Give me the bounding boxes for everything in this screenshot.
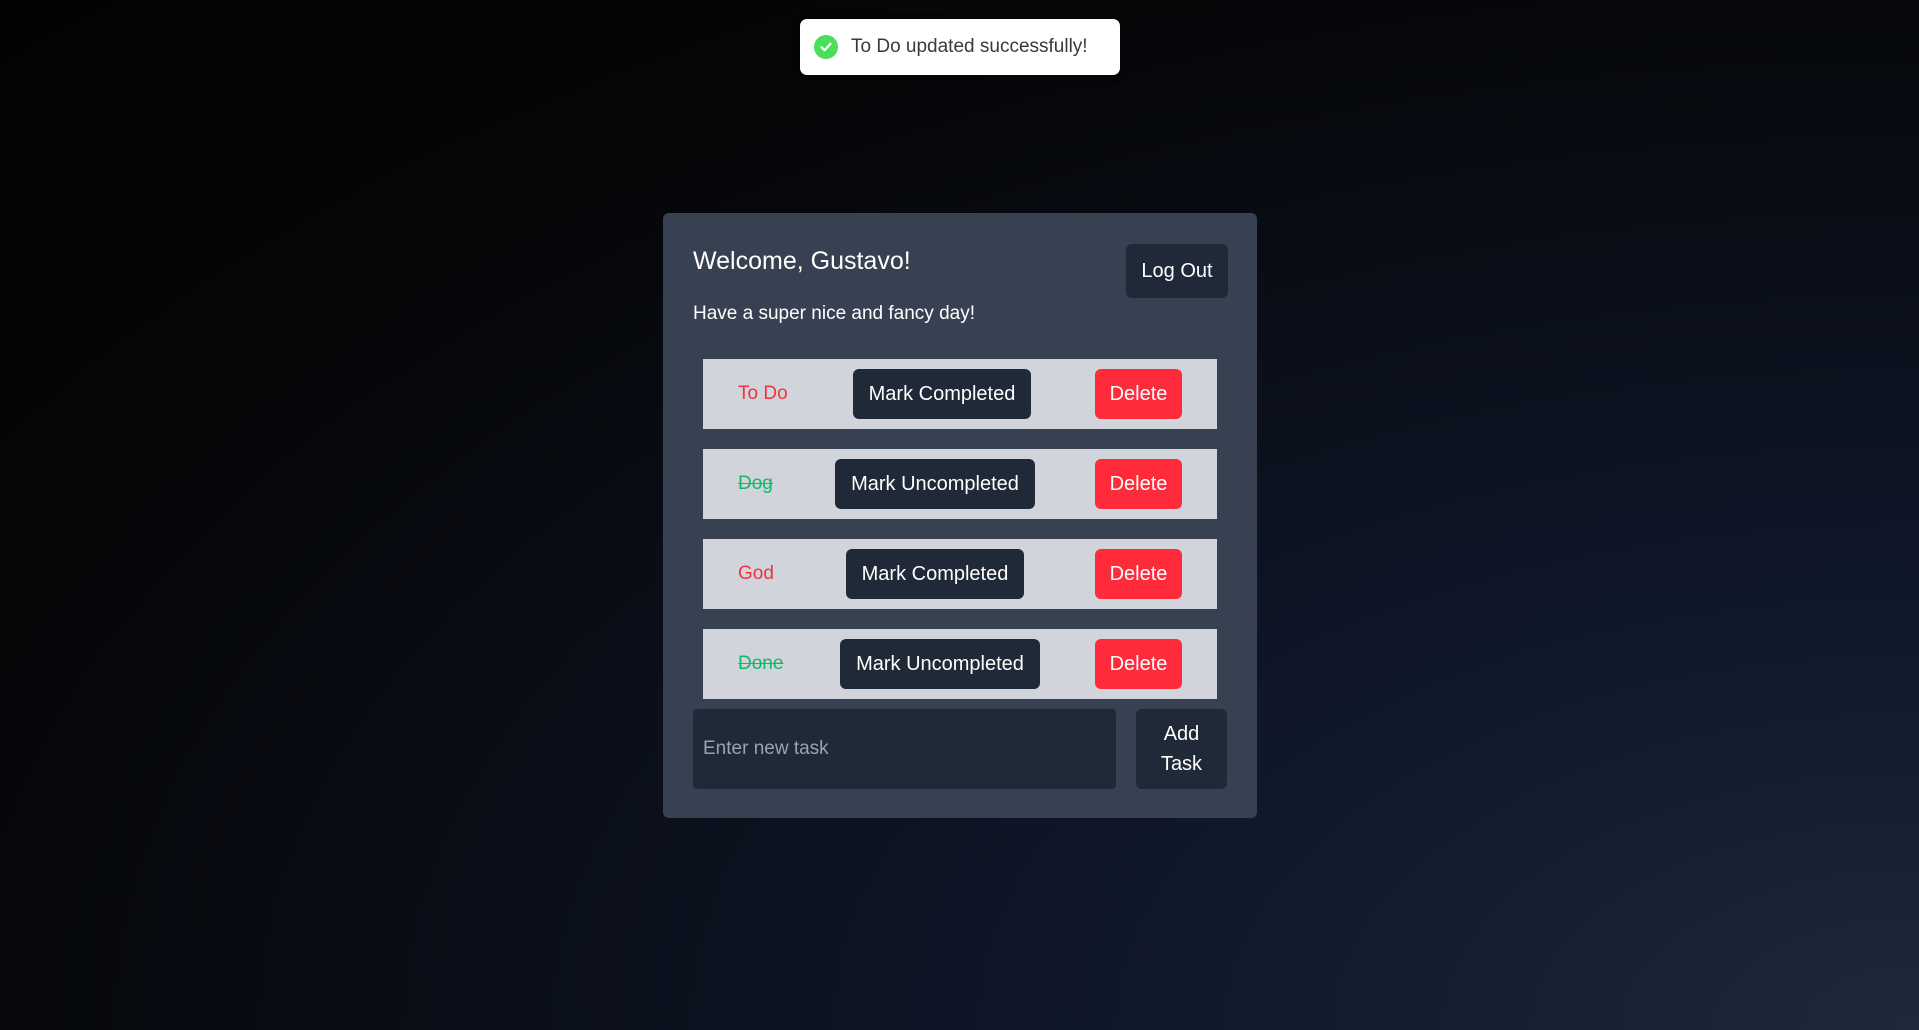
- new-task-input[interactable]: [693, 709, 1116, 789]
- welcome-heading: Welcome, Gustavo!: [693, 247, 911, 275]
- delete-task-button[interactable]: Delete: [1095, 639, 1182, 689]
- mark-completed-button[interactable]: Mark Completed: [846, 549, 1024, 599]
- toast-notification: To Do updated successfully!: [800, 19, 1120, 75]
- toast-message: To Do updated successfully!: [851, 36, 1088, 57]
- add-task-button[interactable]: Add Task: [1136, 709, 1227, 789]
- mark-uncompleted-button[interactable]: Mark Uncompleted: [840, 639, 1040, 689]
- task-row: To Do Mark Completed Delete: [703, 359, 1217, 429]
- task-row: Done Mark Uncompleted Delete: [703, 629, 1217, 699]
- delete-task-button[interactable]: Delete: [1095, 369, 1182, 419]
- todo-card: Welcome, Gustavo! Have a super nice and …: [663, 213, 1257, 818]
- logout-button[interactable]: Log Out: [1126, 244, 1228, 298]
- welcome-subtitle: Have a super nice and fancy day!: [693, 303, 976, 324]
- delete-task-button[interactable]: Delete: [1095, 459, 1182, 509]
- task-title: God: [738, 563, 774, 584]
- mark-uncompleted-button[interactable]: Mark Uncompleted: [835, 459, 1035, 509]
- mark-completed-button[interactable]: Mark Completed: [853, 369, 1031, 419]
- task-title: Dog: [738, 473, 773, 494]
- check-circle-icon: [814, 35, 838, 59]
- task-row: Dog Mark Uncompleted Delete: [703, 449, 1217, 519]
- task-title: To Do: [738, 383, 788, 404]
- task-title: Done: [738, 653, 784, 674]
- task-row: God Mark Completed Delete: [703, 539, 1217, 609]
- delete-task-button[interactable]: Delete: [1095, 549, 1182, 599]
